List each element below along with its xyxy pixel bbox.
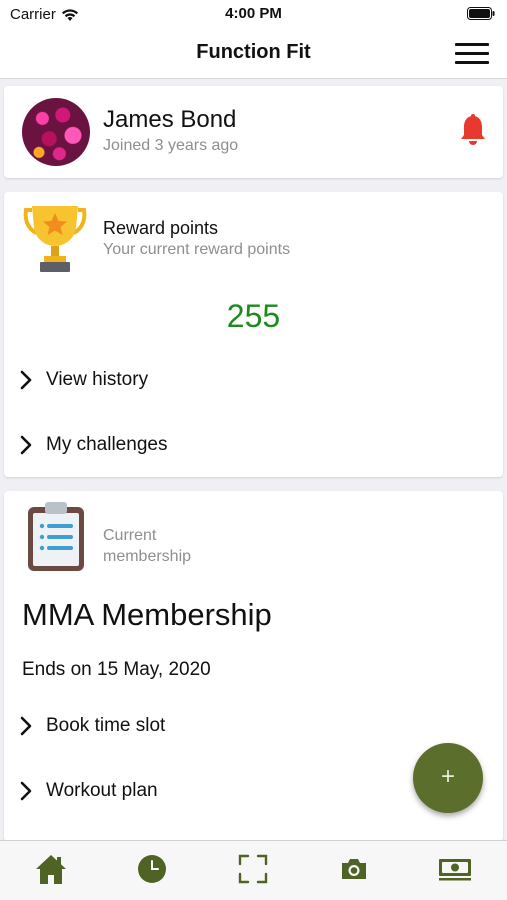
status-bar: Carrier 4:00 PM [0, 0, 507, 28]
my-challenges-link[interactable]: My challenges [18, 430, 167, 460]
membership-name: MMA Membership [22, 597, 272, 632]
reward-card: Reward points Your current reward points… [4, 192, 503, 477]
my-challenges-label: My challenges [46, 434, 168, 455]
tab-payments[interactable] [435, 851, 475, 887]
avatar[interactable] [22, 98, 90, 166]
profile-joined: Joined 3 years ago [103, 137, 239, 154]
tab-history[interactable] [132, 851, 172, 887]
add-button[interactable]: + [413, 743, 483, 813]
bell-icon[interactable] [459, 114, 487, 146]
view-history-link[interactable]: View history [18, 365, 148, 395]
reward-points-value: 255 [226, 298, 281, 334]
trophy-icon [23, 206, 87, 272]
scan-icon [238, 854, 268, 884]
home-icon [36, 855, 66, 884]
page-title: Function Fit [196, 41, 311, 63]
profile-name: James Bond [103, 106, 237, 133]
tab-bar [0, 840, 507, 900]
navigation-bar: Function Fit [0, 28, 507, 79]
chevron-right-icon [20, 781, 32, 801]
cash-icon [439, 859, 471, 881]
reward-subtitle: Your current reward points [103, 241, 291, 258]
clock-icon [138, 855, 166, 883]
status-time: 4:00 PM [225, 5, 282, 22]
view-history-label: View history [46, 369, 149, 390]
clipboard-icon [28, 502, 84, 571]
tab-camera[interactable] [334, 851, 374, 887]
hamburger-menu-icon[interactable] [455, 43, 489, 65]
chevron-right-icon [20, 716, 32, 736]
chevron-right-icon [20, 370, 32, 390]
book-time-slot-label: Book time slot [46, 715, 166, 736]
workout-plan-label: Workout plan [46, 780, 158, 801]
tab-scan[interactable] [233, 851, 273, 887]
workout-plan-link[interactable]: Workout plan [18, 776, 158, 806]
reward-title: Reward points [103, 218, 219, 238]
book-time-slot-link[interactable]: Book time slot [18, 711, 165, 741]
plus-icon: + [440, 763, 455, 790]
chevron-right-icon [20, 435, 32, 455]
membership-end-date: Ends on 15 May, 2020 [22, 659, 211, 680]
profile-card[interactable]: James Bond Joined 3 years ago [4, 86, 503, 178]
camera-icon [342, 859, 366, 879]
membership-label: Current membership [103, 527, 192, 565]
tab-home[interactable] [31, 851, 71, 887]
battery-icon [467, 7, 495, 20]
